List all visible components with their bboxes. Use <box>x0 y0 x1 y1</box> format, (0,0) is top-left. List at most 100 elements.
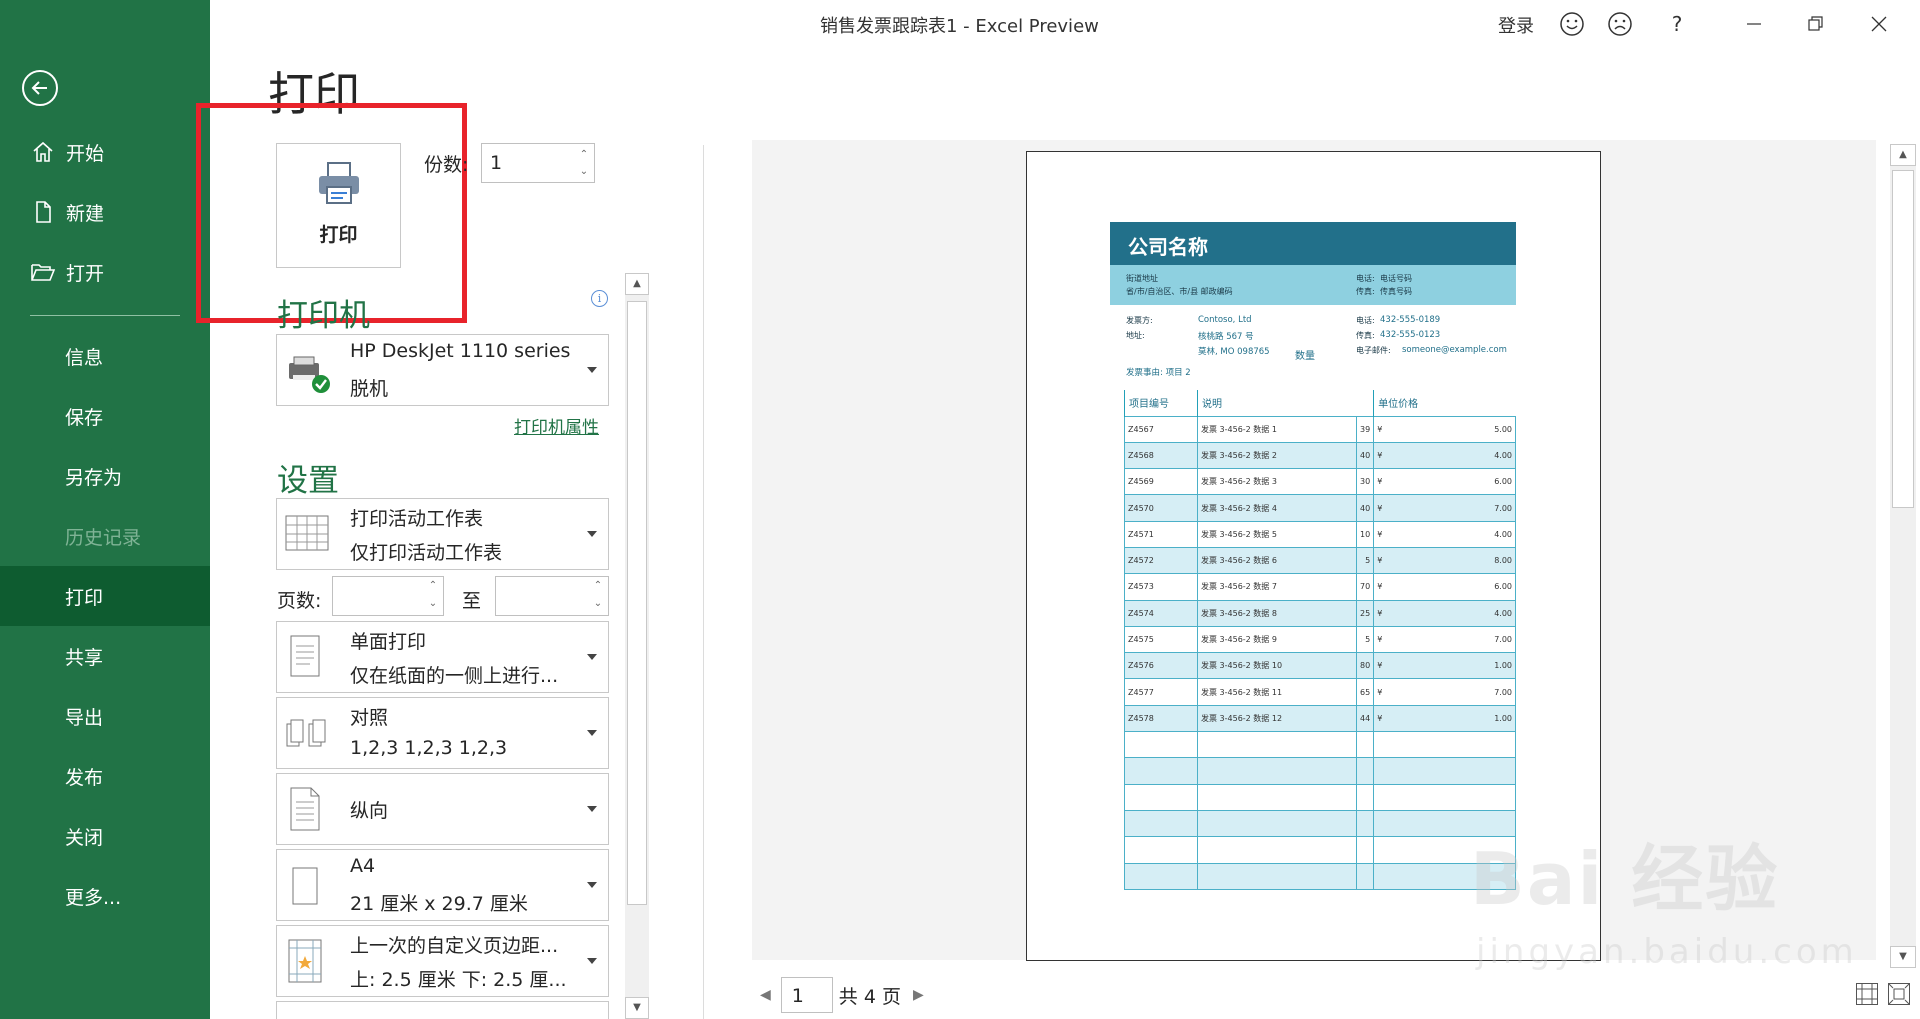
invoice-fax-label: 传真: <box>1356 287 1375 296</box>
scaling-dropdown[interactable] <box>276 1001 609 1019</box>
scroll-up-icon[interactable]: ▲ <box>1890 144 1916 166</box>
spin-up-icon[interactable]: ⌃ <box>592 580 604 592</box>
table-cell: 40 <box>1355 494 1375 522</box>
page-from-input[interactable]: ⌃ ⌄ <box>332 576 444 616</box>
close-icon[interactable] <box>1865 10 1893 38</box>
copies-spinner[interactable]: 1 ⌃ ⌄ <box>481 143 595 183</box>
table-cell: 7.00 <box>1419 494 1517 522</box>
table-row <box>1124 783 1517 811</box>
printer-properties-link[interactable]: 打印机属性 <box>514 413 599 438</box>
collate-dropdown[interactable]: 对照 1,2,3 1,2,3 1,2,3 <box>276 697 609 769</box>
table-cell: ¥ <box>1373 678 1420 706</box>
column-header-qty-anchor <box>1357 390 1374 416</box>
nav-share[interactable]: 共享 <box>0 626 210 686</box>
table-cell <box>1197 783 1357 811</box>
invoice-email: someone@example.com <box>1402 345 1507 355</box>
table-cell <box>1419 783 1517 811</box>
sides-dropdown[interactable]: 单面打印 仅在纸面的一侧上进行... <box>276 621 609 693</box>
margins-dropdown[interactable]: 上一次的自定义页边距... 上: 2.5 厘米 下: 2.5 厘... <box>276 925 609 997</box>
spin-down-icon[interactable]: ⌄ <box>427 598 439 610</box>
table-cell: 5 <box>1355 546 1375 575</box>
login-link[interactable]: 登录 <box>1498 12 1534 38</box>
table-cell <box>1197 757 1357 785</box>
nav-label: 信息 <box>65 346 104 369</box>
help-button[interactable]: ? <box>1663 10 1691 38</box>
nav-close[interactable]: 关闭 <box>0 806 210 866</box>
minimize-icon[interactable] <box>1740 10 1768 38</box>
chevron-down-icon <box>587 958 597 964</box>
page-to-input[interactable]: ⌃ ⌄ <box>495 576 609 616</box>
table-cell: 发票 3-456-2 数据 2 <box>1197 441 1357 470</box>
invoice: 公司名称 街道地址 省/市/自治区、市/县 邮政编码 电话: 电话号码 传真: … <box>1110 222 1516 378</box>
scroll-thumb[interactable] <box>627 301 647 905</box>
table-cell: 10 <box>1355 520 1375 548</box>
nav-save[interactable]: 保存 <box>0 386 210 446</box>
smile-feedback-icon[interactable] <box>1558 10 1586 38</box>
invoice-addr2: 莫林, MO 098765 <box>1198 347 1270 357</box>
spin-down-icon[interactable]: ⌄ <box>592 598 604 610</box>
next-page-icon[interactable]: ▶ <box>913 987 924 1003</box>
nav-new[interactable]: 新建 <box>0 182 210 242</box>
spin-up-icon[interactable]: ⌃ <box>427 580 439 592</box>
print-what-desc: 仅打印活动工作表 <box>350 542 503 564</box>
margins-desc: 上: 2.5 厘米 下: 2.5 厘... <box>350 969 567 991</box>
print-what-dropdown[interactable]: 打印活动工作表 仅打印活动工作表 <box>276 498 609 570</box>
nav-home[interactable]: 开始 <box>0 122 210 182</box>
nav-label: 开始 <box>66 142 105 165</box>
nav-print[interactable]: 打印 <box>0 566 210 626</box>
home-icon <box>28 137 58 167</box>
table-cell: ¥ <box>1373 625 1420 654</box>
panel-divider <box>703 145 704 1019</box>
current-page-input[interactable]: 1 <box>780 977 833 1013</box>
table-row: Z4577 发票 3-456-2 数据 11 65 ¥7.00 <box>1124 678 1517 706</box>
scroll-thumb[interactable] <box>1892 170 1914 508</box>
nav-publish[interactable]: 发布 <box>0 746 210 806</box>
custom-margins-icon <box>285 938 325 988</box>
nav-open[interactable]: 打开 <box>0 242 210 302</box>
watermark-logo: Bai 经验 <box>1470 837 1780 921</box>
invoice-addr: 核桃路 567 号 <box>1198 332 1254 342</box>
table-cell: ¥ <box>1373 441 1420 470</box>
scroll-up-icon[interactable]: ▲ <box>625 273 649 295</box>
table-cell: 6.00 <box>1419 573 1517 601</box>
nav-info[interactable]: 信息 <box>0 326 210 386</box>
back-button[interactable] <box>22 70 58 106</box>
restore-icon[interactable] <box>1802 10 1830 38</box>
new-file-icon <box>28 197 58 227</box>
spin-down-icon[interactable]: ⌄ <box>578 166 590 178</box>
table-cell <box>1124 809 1198 838</box>
table-cell <box>1373 783 1420 811</box>
table-cell: 发票 3-456-2 数据 3 <box>1197 468 1357 496</box>
table-cell: ¥ <box>1373 573 1420 601</box>
sides-desc: 仅在纸面的一侧上进行... <box>350 665 559 687</box>
table-cell: Z4573 <box>1124 573 1198 601</box>
nav-save-as[interactable]: 另存为 <box>0 446 210 506</box>
previous-page-icon[interactable]: ◀ <box>760 987 771 1003</box>
spin-up-icon[interactable]: ⌃ <box>578 149 590 161</box>
printer-dropdown[interactable]: HP DeskJet 1110 series 脱机 <box>276 334 609 406</box>
chevron-down-icon <box>587 882 597 888</box>
paper-size-dropdown[interactable]: A4 21 厘米 x 29.7 厘米 <box>276 849 609 921</box>
collate-desc: 1,2,3 1,2,3 1,2,3 <box>350 737 508 759</box>
table-cell: 发票 3-456-2 数据 11 <box>1197 678 1357 706</box>
nav-more[interactable]: 更多... <box>0 866 210 926</box>
frown-feedback-icon[interactable] <box>1606 10 1634 38</box>
table-cell: ¥ <box>1373 599 1420 627</box>
table-cell: 30 <box>1355 468 1375 496</box>
invoice-address-band: 街道地址 省/市/自治区、市/县 邮政编码 电话: 电话号码 传真: 传真号码 <box>1110 265 1516 305</box>
invoice-fax2-label: 传真: <box>1356 331 1375 340</box>
info-icon[interactable]: i <box>591 290 608 307</box>
scroll-down-icon[interactable]: ▼ <box>625 997 649 1019</box>
table-cell: 40 <box>1355 441 1375 470</box>
table-cell: 4.00 <box>1419 520 1517 548</box>
table-cell <box>1373 836 1420 864</box>
nav-label: 关闭 <box>65 826 104 849</box>
table-cell <box>1124 836 1198 864</box>
table-cell <box>1124 783 1198 811</box>
table-cell: ¥ <box>1373 415 1420 443</box>
table-cell <box>1124 757 1198 785</box>
table-row: Z4578 发票 3-456-2 数据 12 44 ¥1.00 <box>1124 704 1517 733</box>
settings-scrollbar[interactable]: ▲ ▼ <box>625 273 649 1019</box>
nav-export[interactable]: 导出 <box>0 686 210 746</box>
orientation-dropdown[interactable]: 纵向 <box>276 773 609 845</box>
